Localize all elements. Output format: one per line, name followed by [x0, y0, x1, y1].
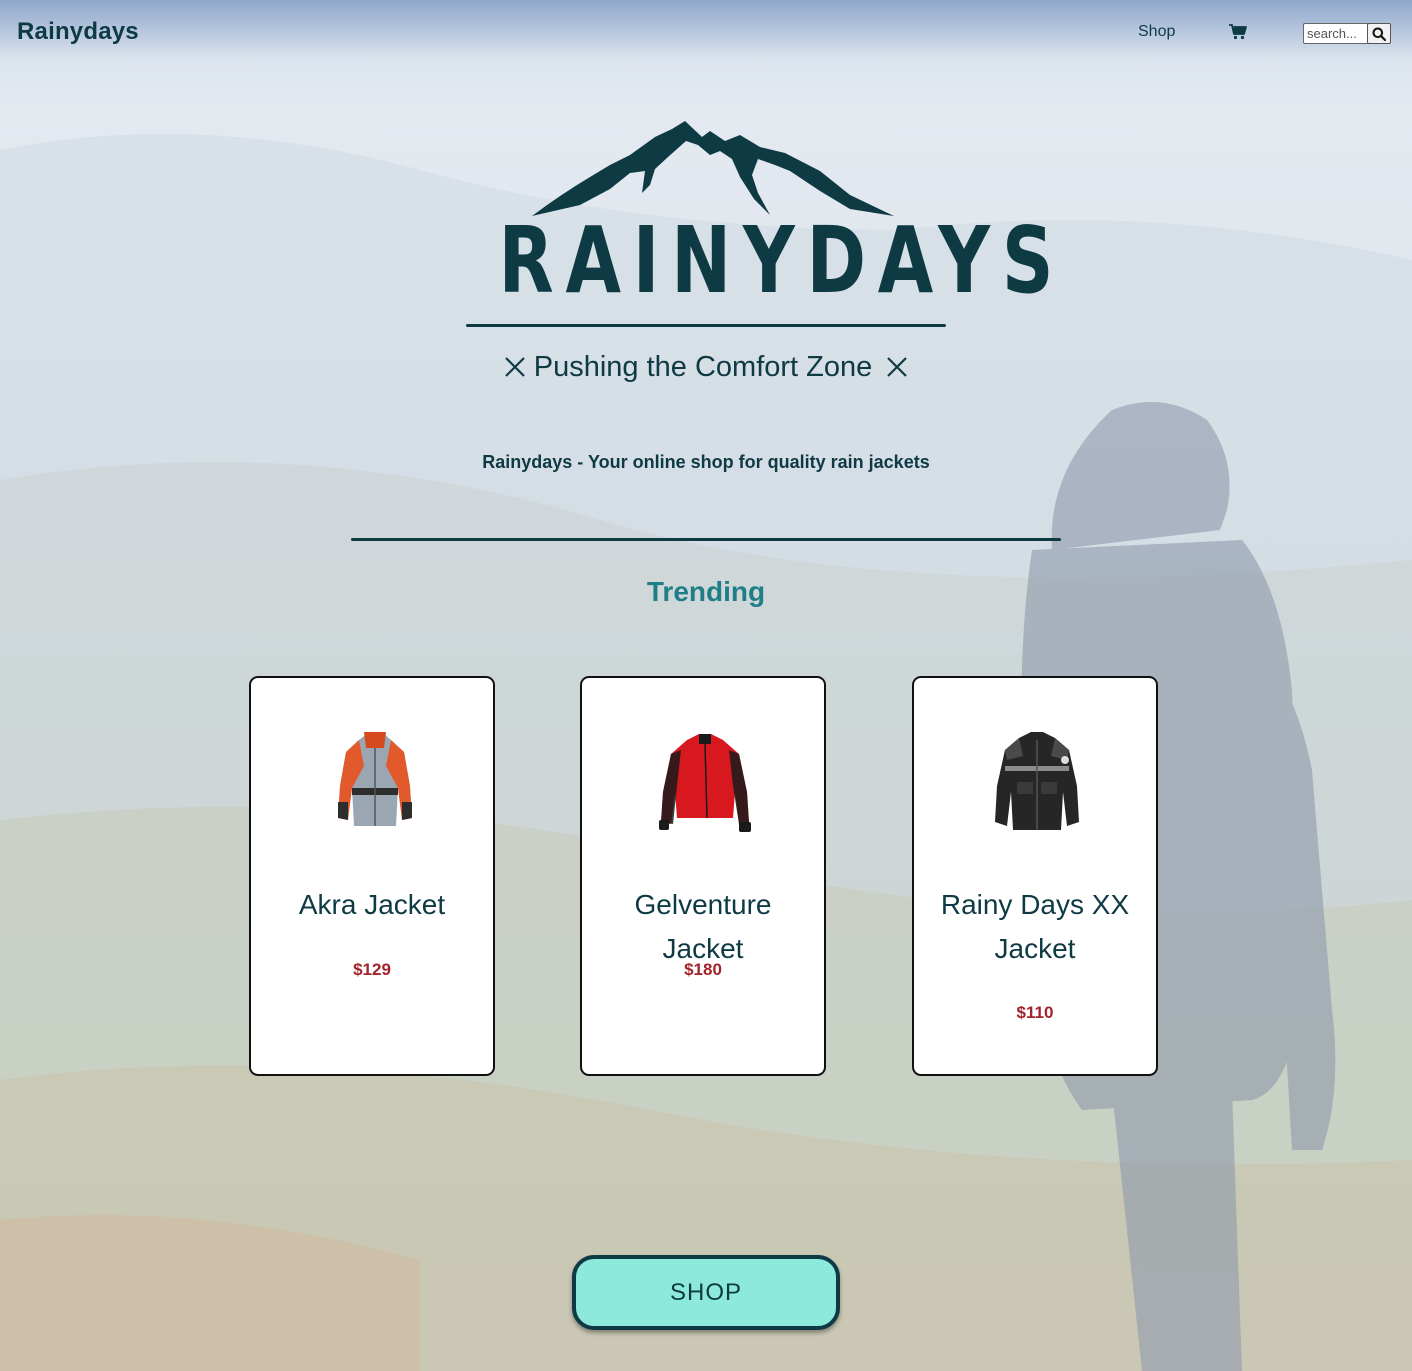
- product-price: $129: [353, 960, 391, 979]
- nav-shop-link[interactable]: Shop: [1138, 23, 1175, 41]
- intro-text: Rainydays - Your online shop for quality…: [482, 452, 930, 472]
- orange-grey-jacket-image: [338, 732, 412, 826]
- brand-link[interactable]: Rainydays: [17, 18, 139, 46]
- black-grey-jacket-image: [995, 732, 1079, 830]
- search-button[interactable]: [1367, 23, 1391, 44]
- logo-tagline: Pushing the Comfort Zone: [440, 353, 972, 382]
- section-divider: [351, 538, 1061, 541]
- product-name: Akra Jacket: [298, 889, 446, 920]
- trending-heading: Trending: [646, 576, 766, 607]
- logo-wordmark: RAINYDAYS: [498, 207, 1066, 314]
- tagline-text: Pushing the Comfort Zone: [533, 351, 873, 383]
- shop-button[interactable]: SHOP: [572, 1255, 840, 1330]
- red-black-jacket-image: [659, 734, 751, 832]
- product-card-akra[interactable]: Akra Jacket $129: [249, 676, 495, 1076]
- rainydays-logo: RAINYDAYS Pushing the Comfort Zone: [440, 115, 1066, 405]
- magnifier-icon: [1372, 27, 1386, 41]
- search-input[interactable]: [1303, 23, 1369, 44]
- mountain-logo-icon: [532, 121, 894, 216]
- product-price: $180: [684, 960, 722, 979]
- shopping-cart-icon[interactable]: [1229, 24, 1247, 40]
- product-card-rainy-days-xx[interactable]: Rainy Days XX Jacket $110: [912, 676, 1158, 1076]
- product-price: $110: [1016, 1003, 1054, 1022]
- product-card-gelventure[interactable]: Gelventure Jacket $180: [580, 676, 826, 1076]
- top-navbar: Rainydays Shop: [0, 0, 1412, 64]
- logo-underline: [466, 324, 946, 327]
- crossed-poles-right-icon: [886, 355, 908, 377]
- product-name: Gelventure Jacket: [634, 889, 772, 964]
- product-name: Rainy Days XX Jacket: [940, 889, 1130, 964]
- crossed-poles-left-icon: [504, 355, 526, 377]
